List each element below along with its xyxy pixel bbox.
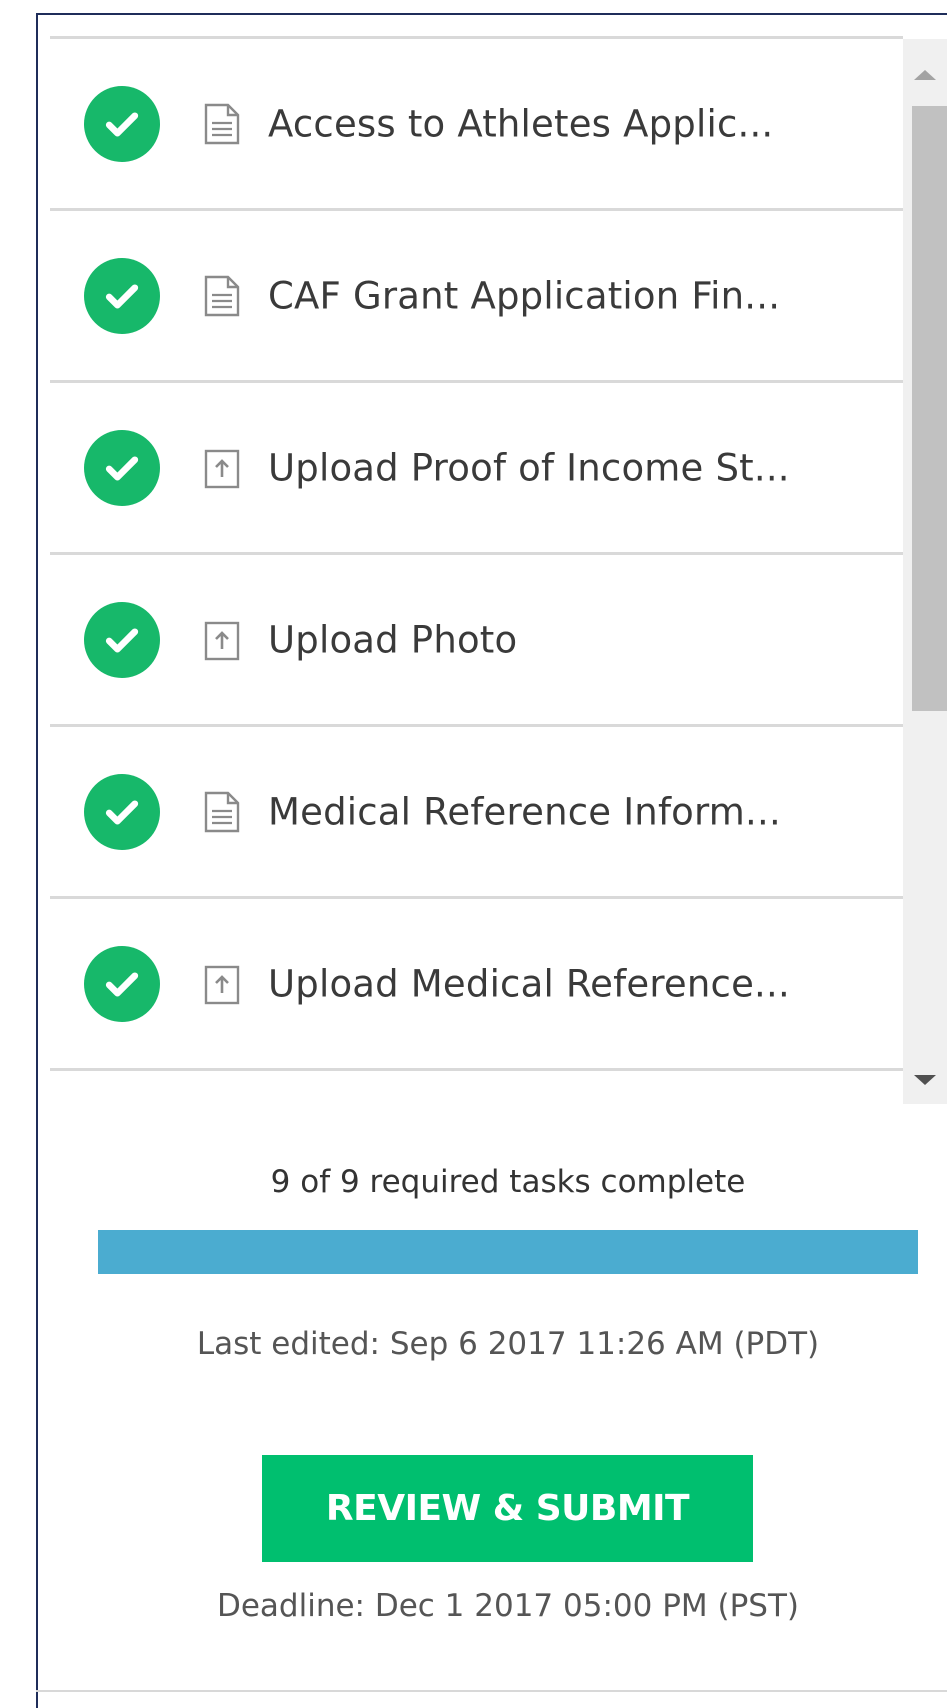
check-circle-icon (84, 257, 160, 334)
document-icon (204, 791, 240, 833)
task-progress-text: 9 of 9 required tasks complete (270, 1164, 746, 1200)
review-and-submit-button[interactable]: REVIEW & SUBMIT (262, 1455, 753, 1562)
check-circle-icon (84, 773, 160, 850)
scroll-up-arrow-icon[interactable] (903, 55, 947, 95)
document-icon (204, 275, 240, 317)
upload-icon (204, 619, 240, 661)
task-list: Access to Athletes Applic... CAF Grant A… (50, 36, 903, 1071)
last-edited-text: Last edited: Sep 6 2017 11:26 AM (PDT) (196, 1326, 820, 1362)
task-item-upload-medical-reference[interactable]: Upload Medical Reference... (50, 899, 903, 1071)
task-progress-fill (98, 1230, 918, 1274)
check-circle-icon (84, 429, 160, 506)
deadline-text: Deadline: Dec 1 2017 05:00 PM (PST) (216, 1588, 799, 1624)
task-label[interactable]: Access to Athletes Applic... (268, 102, 773, 145)
panel-bottom-divider (36, 1690, 947, 1692)
task-label[interactable]: CAF Grant Application Fin... (268, 274, 780, 317)
task-item-medical-reference-information[interactable]: Medical Reference Inform... (50, 727, 903, 899)
check-circle-icon (84, 945, 160, 1022)
task-list-scrollbar[interactable] (903, 39, 947, 1104)
task-label[interactable]: Medical Reference Inform... (268, 790, 781, 833)
task-list-viewport: Access to Athletes Applic... CAF Grant A… (50, 36, 903, 1104)
upload-icon (204, 447, 240, 489)
upload-icon (204, 963, 240, 1005)
scrollbar-thumb[interactable] (912, 106, 947, 711)
task-item-upload-photo[interactable]: Upload Photo (50, 555, 903, 727)
scroll-down-arrow-icon[interactable] (903, 1060, 947, 1100)
check-circle-icon (84, 601, 160, 678)
document-icon (204, 103, 240, 145)
check-circle-icon (84, 85, 160, 162)
task-label[interactable]: Upload Medical Reference... (268, 962, 790, 1005)
task-progress-bar (98, 1230, 918, 1274)
task-label[interactable]: Upload Photo (268, 618, 517, 661)
task-label[interactable]: Upload Proof of Income St... (268, 446, 790, 489)
task-item-access-to-athletes[interactable]: Access to Athletes Applic... (50, 39, 903, 211)
task-item-caf-grant-application[interactable]: CAF Grant Application Fin... (50, 211, 903, 383)
task-item-upload-proof-of-income[interactable]: Upload Proof of Income St... (50, 383, 903, 555)
